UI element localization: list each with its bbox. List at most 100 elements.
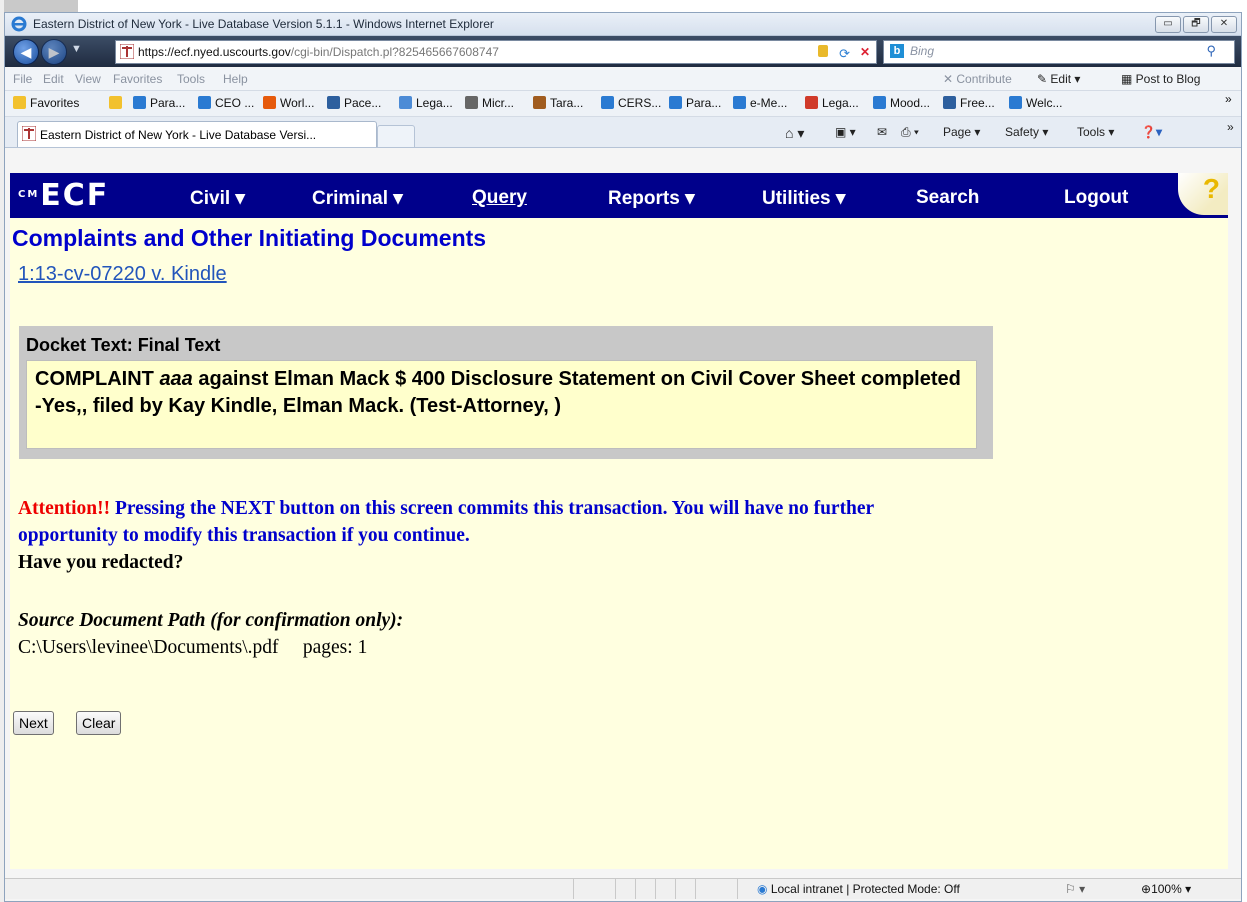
feeds-icon[interactable]: ▣ ▾: [835, 125, 856, 139]
docket-text-prefix: COMPLAINT: [35, 368, 160, 390]
fav-item[interactable]: Tara...: [533, 96, 583, 110]
tab-title: Eastern District of New York - Live Data…: [40, 128, 317, 142]
fav-label: Para...: [150, 96, 186, 110]
fav-label: Lega...: [416, 96, 453, 110]
chevron-more-icon[interactable]: »: [1227, 120, 1234, 134]
source-path-label: Source Document Path (for confirmation o…: [18, 610, 404, 631]
maximize-button[interactable]: 🗗: [1183, 16, 1209, 33]
fav-item[interactable]: e-Me...: [733, 96, 787, 110]
menu-help[interactable]: Help: [223, 72, 248, 86]
fav-item[interactable]: Welc...: [1009, 96, 1062, 110]
menu-tools[interactable]: Tools: [177, 72, 205, 86]
fav-item[interactable]: Free...: [943, 96, 995, 110]
nav-search[interactable]: Search: [916, 187, 979, 209]
fav-item[interactable]: Para...: [669, 96, 721, 110]
page-content: CMECF Civil ▾ Criminal ▾ Query Reports ▾…: [10, 173, 1228, 869]
close-button[interactable]: ✕: [1211, 16, 1237, 33]
url-field[interactable]: https://ecf.nyed.uscourts.gov/cgi-bin/Di…: [115, 40, 877, 64]
fav-item[interactable]: Pace...: [327, 96, 381, 110]
nav-reports[interactable]: Reports ▾: [608, 187, 695, 210]
minimize-button[interactable]: ▭: [1155, 16, 1181, 33]
back-button[interactable]: ◀: [13, 39, 39, 65]
stop-icon[interactable]: ✕: [860, 41, 870, 63]
new-tab-button[interactable]: [377, 125, 415, 148]
bing-icon: b: [890, 44, 904, 58]
ecf-logo-small: CM: [18, 189, 40, 200]
ecf-help-icon: ?: [1202, 173, 1220, 204]
chevron-more-icon[interactable]: »: [1225, 92, 1232, 106]
nav-utilities-label: Utilities: [762, 188, 831, 209]
post-label: Post to Blog: [1135, 72, 1201, 86]
safety-menu-label: Safety: [1005, 125, 1040, 139]
status-divider: [655, 879, 656, 899]
menu-edit[interactable]: Edit: [43, 72, 64, 86]
add-favorite-icon[interactable]: [109, 96, 126, 110]
fav-label: e-Me...: [750, 96, 788, 110]
globe-icon: ◉: [757, 882, 768, 896]
status-divider: [573, 879, 574, 899]
next-button[interactable]: Next: [13, 711, 54, 735]
home-icon[interactable]: ⌂ ▾: [785, 125, 804, 142]
ecf-help-button[interactable]: ?: [1178, 173, 1228, 215]
attention-message: Attention!! Pressing the NEXT button on …: [18, 495, 978, 576]
lock-icon[interactable]: [818, 45, 828, 57]
contribute-button[interactable]: ✕ Contribute: [943, 72, 1012, 86]
menu-file[interactable]: File: [13, 72, 32, 86]
page-menu[interactable]: Page ▾: [943, 125, 980, 139]
nav-query[interactable]: Query: [472, 187, 527, 209]
recent-pages-arrow-icon[interactable]: ▼: [71, 43, 82, 55]
menu-view[interactable]: View: [75, 72, 101, 86]
page-count: pages: 1: [302, 637, 368, 658]
forward-button[interactable]: ▶: [41, 39, 67, 65]
fav-label: Free...: [960, 96, 995, 110]
protected-mode-icon[interactable]: ⚐ ▾: [1065, 882, 1085, 896]
page-menu-label: Page: [943, 125, 972, 139]
fav-item[interactable]: Micr...: [465, 96, 514, 110]
fav-label: CEO ...: [215, 96, 255, 110]
case-link[interactable]: 1:13-cv-07220 v. Kindle: [18, 263, 227, 286]
attention-text: Pressing the NEXT button on this screen …: [18, 498, 874, 546]
fav-item[interactable]: CEO ...: [198, 96, 254, 110]
help-icon[interactable]: ❓▾: [1141, 125, 1162, 139]
mail-icon[interactable]: ✉: [877, 125, 887, 139]
status-bar: ◉ Local intranet | Protected Mode: Off ⚐…: [5, 878, 1241, 899]
fav-label: Tara...: [550, 96, 584, 110]
fav-label: CERS...: [618, 96, 662, 110]
source-path: C:\Users\levinee\Documents\.pdf pages: 1: [18, 637, 367, 659]
print-icon[interactable]: ⎙ ▾: [901, 125, 919, 140]
tab-ecf[interactable]: Eastern District of New York - Live Data…: [17, 121, 377, 147]
status-divider: [695, 879, 696, 899]
zoom-control[interactable]: ⊕100% ▾: [1141, 882, 1191, 896]
ecf-logo[interactable]: CMECF: [18, 178, 109, 213]
fav-item[interactable]: Worl...: [263, 96, 314, 110]
favorites-bar: Favorites Para... CEO ... Worl... Pace..…: [5, 91, 1241, 117]
search-icon[interactable]: ⚲: [1206, 43, 1216, 59]
post-to-blog-button[interactable]: ▦ Post to Blog: [1121, 72, 1200, 86]
nav-logout[interactable]: Logout: [1064, 187, 1128, 209]
safety-menu[interactable]: Safety ▾: [1005, 125, 1048, 139]
fav-item[interactable]: Lega...: [399, 96, 453, 110]
nav-criminal[interactable]: Criminal ▾: [312, 187, 403, 210]
redacted-question: Have you redacted?: [18, 552, 184, 573]
url-path: /cgi-bin/Dispatch.pl?825465667608747: [290, 45, 499, 59]
favorites-button[interactable]: Favorites: [13, 96, 79, 110]
nav-civil[interactable]: Civil ▾: [190, 187, 245, 210]
fav-item[interactable]: CERS...: [601, 96, 661, 110]
fav-label: Pace...: [344, 96, 382, 110]
nav-utilities[interactable]: Utilities ▾: [762, 187, 845, 210]
edit-button[interactable]: ✎ Edit ▾: [1037, 72, 1080, 86]
clear-button[interactable]: Clear: [76, 711, 122, 735]
status-divider: [635, 879, 636, 899]
security-zone[interactable]: ◉ Local intranet | Protected Mode: Off: [757, 882, 960, 896]
menu-favorites[interactable]: Favorites: [113, 72, 162, 86]
tools-menu-label: Tools: [1077, 125, 1106, 139]
favorites-label: Favorites: [30, 96, 80, 110]
fav-item[interactable]: Para...: [133, 96, 185, 110]
fav-item[interactable]: Lega...: [805, 96, 859, 110]
ie-icon: [11, 16, 27, 32]
refresh-icon[interactable]: ⟳: [839, 43, 850, 65]
fav-item[interactable]: Mood...: [873, 96, 930, 110]
search-box[interactable]: b Bing ⚲: [883, 40, 1235, 64]
fav-label: Para...: [686, 96, 722, 110]
tools-menu[interactable]: Tools ▾: [1077, 125, 1114, 139]
